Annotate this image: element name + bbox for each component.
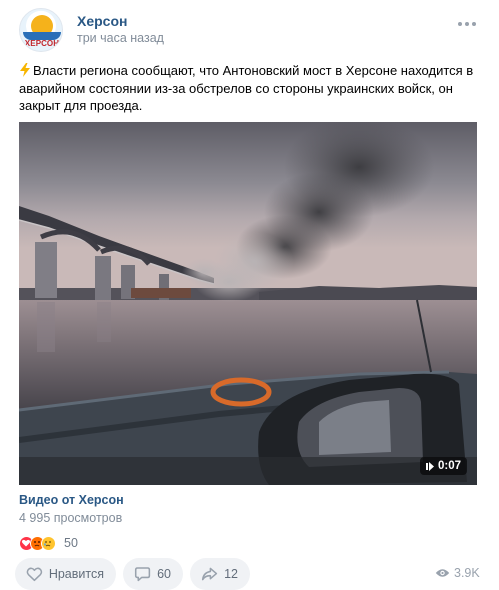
group-name-link[interactable]: Херсон (77, 13, 127, 29)
post-card: ХЕРСОН Херсон три часа назад Власти реги… (0, 0, 499, 590)
post-timestamp[interactable]: три часа назад (77, 31, 164, 45)
comment-count: 60 (157, 567, 171, 581)
comment-button[interactable]: 60 (123, 558, 183, 590)
like-button[interactable]: Нравится (15, 558, 116, 590)
dot-icon (458, 22, 462, 26)
post-text: Власти региона сообщают, что Антоновский… (19, 62, 481, 115)
more-options-button[interactable] (458, 22, 476, 28)
heart-outline-icon (26, 567, 43, 582)
play-bars-icon (425, 461, 434, 471)
lightning-emoji-icon (20, 63, 30, 77)
share-button[interactable]: 12 (190, 558, 250, 590)
dot-icon (465, 22, 469, 26)
video-duration: 0:07 (437, 460, 461, 472)
post-text-content: Власти региона сообщают, что Антоновский… (19, 63, 474, 113)
video-title-link[interactable]: Видео от Херсон (19, 493, 124, 507)
video-duration-badge: 0:07 (419, 457, 467, 475)
video-player[interactable]: 0:07 (19, 122, 477, 485)
share-arrow-icon (201, 567, 218, 581)
crying-reaction-icon (41, 535, 56, 551)
group-avatar[interactable]: ХЕРСОН (19, 8, 63, 52)
like-label: Нравится (48, 567, 104, 581)
share-count: 12 (224, 567, 238, 581)
eye-icon (435, 569, 450, 577)
reactions-summary[interactable]: 50 (19, 535, 78, 551)
avatar-logo-text: ХЕРСОН (24, 39, 60, 48)
dot-icon (472, 22, 476, 26)
views-count: 3.9K (454, 566, 480, 580)
video-views-count: 4 995 просмотров (19, 511, 123, 525)
post-views: 3.9K (435, 566, 480, 580)
reaction-count: 50 (64, 536, 78, 550)
video-thumbnail (19, 122, 477, 485)
comment-icon (134, 567, 151, 582)
